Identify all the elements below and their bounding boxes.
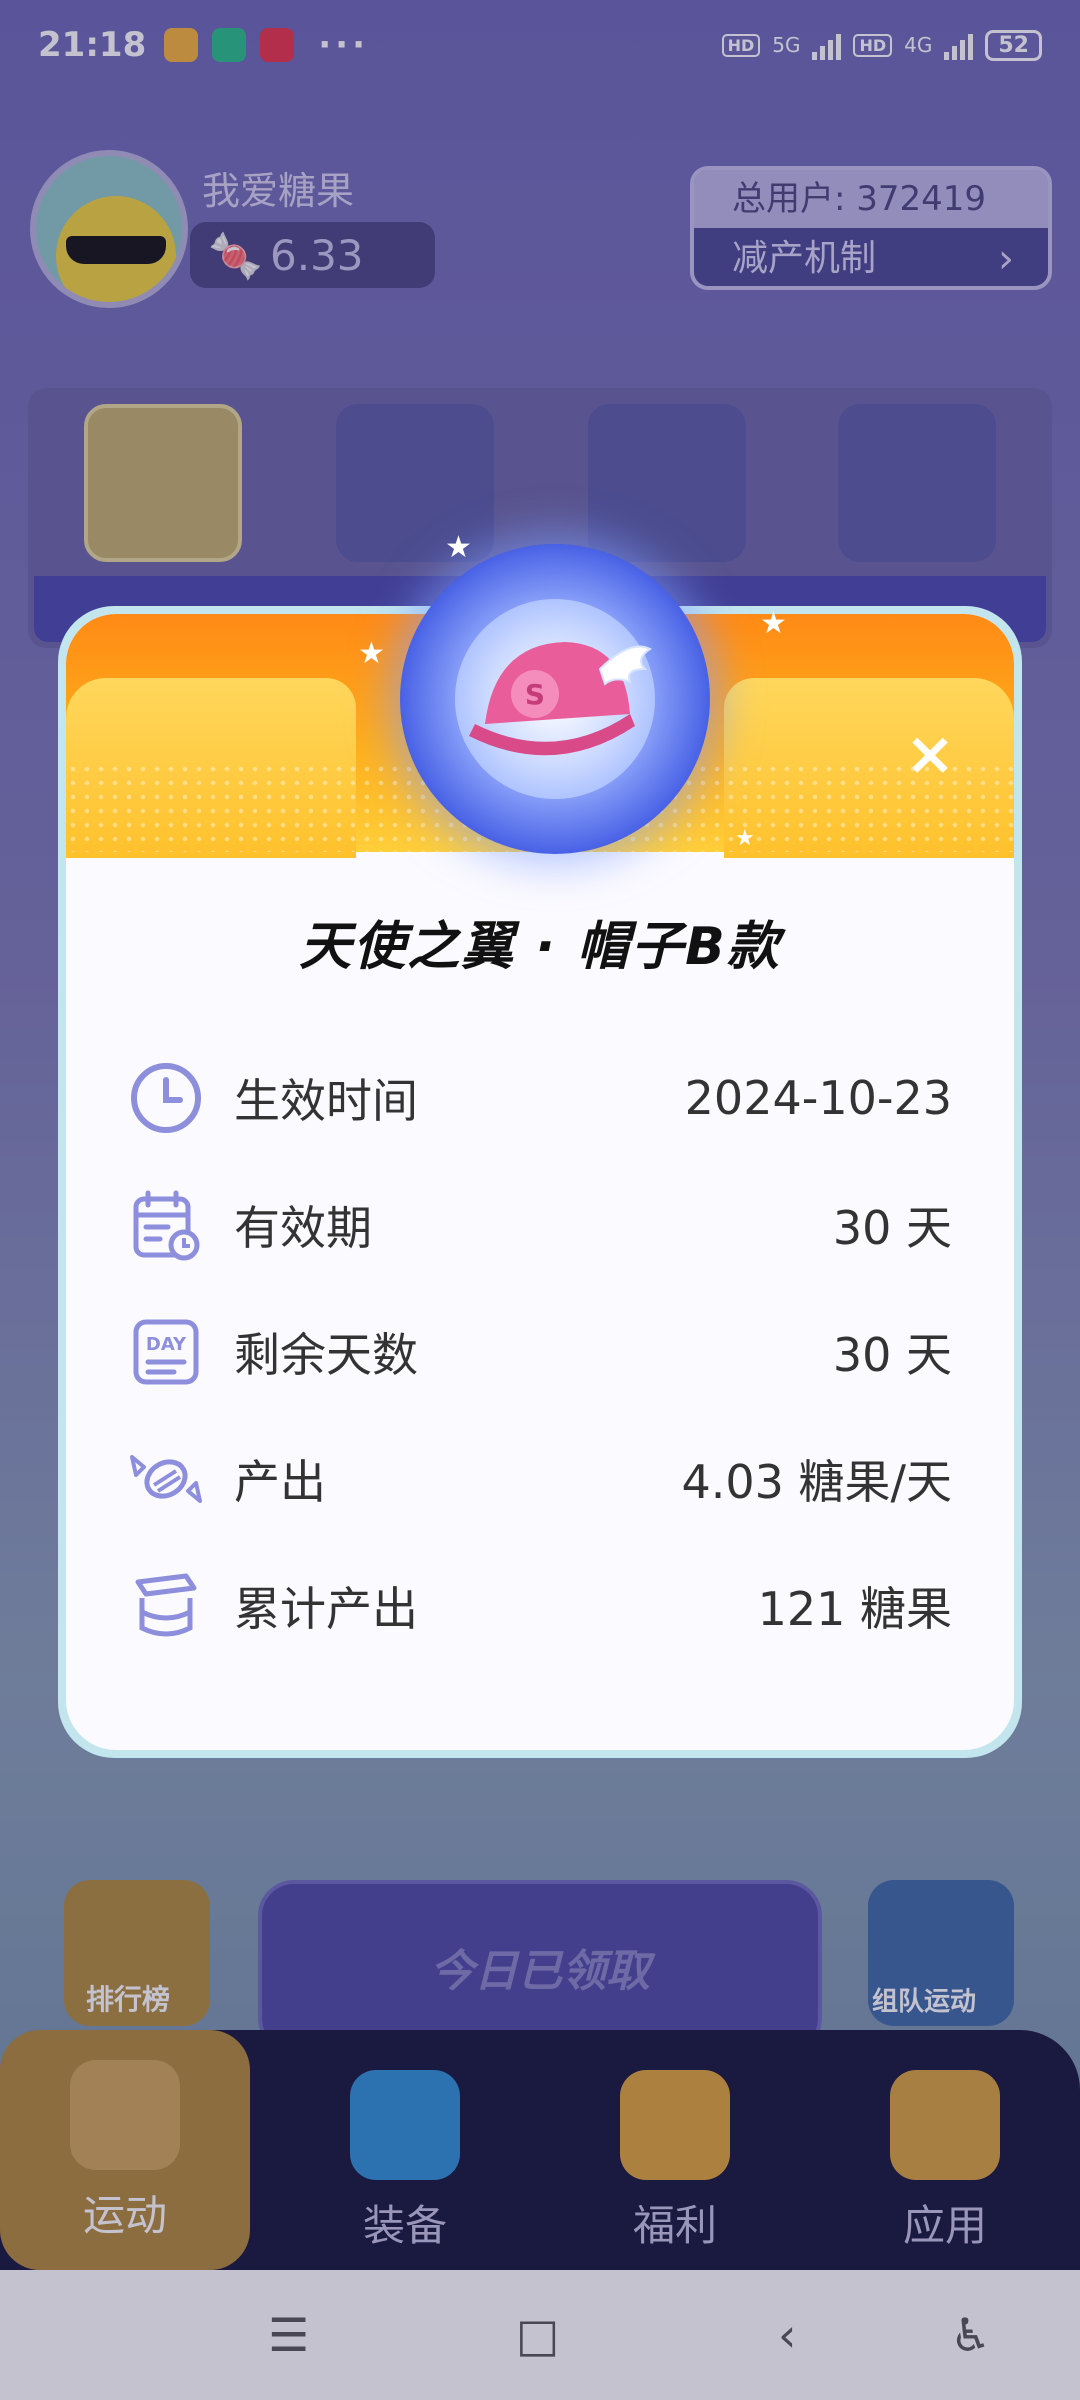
- row-effective-time: 生效时间 2024-10-23: [128, 1034, 952, 1161]
- reward-item-orb: S: [400, 544, 710, 854]
- sparkle-icon: ★: [358, 636, 385, 671]
- modal-title: 天使之翼 · 帽子B款: [299, 917, 781, 977]
- row-label: 有效期: [234, 1200, 372, 1255]
- day-icon: DAY: [133, 1319, 199, 1384]
- row-value: 30 天: [832, 1200, 952, 1255]
- clock-icon: [131, 1062, 201, 1133]
- row-value: 121 糖果: [757, 1581, 952, 1636]
- sparkle-icon: ★: [735, 826, 755, 851]
- row-label: 生效时间: [234, 1073, 418, 1128]
- row-label: 累计产出: [234, 1581, 418, 1636]
- row-total-output: 累计产出 121 糖果: [128, 1542, 952, 1669]
- calendar-icon: [133, 1190, 200, 1260]
- row-label: 产出: [234, 1454, 326, 1509]
- svg-text:DAY: DAY: [146, 1334, 187, 1355]
- sparkle-icon: ★: [760, 606, 787, 641]
- candy-icon: [130, 1454, 202, 1503]
- row-value: 30 天: [832, 1327, 952, 1382]
- stack-icon: [135, 1573, 197, 1636]
- sparkle-icon: ★: [445, 530, 472, 565]
- row-output: 产出 4.03 糖果/天: [128, 1415, 952, 1542]
- row-validity: 有效期 30 天: [128, 1161, 952, 1288]
- row-value: 4.03 糖果/天: [681, 1454, 952, 1509]
- row-remaining-days: DAY 剩余天数 30 天: [128, 1288, 952, 1415]
- svg-text:S: S: [525, 678, 545, 711]
- close-button[interactable]: ×: [902, 724, 958, 784]
- pink-cap-icon: S: [469, 642, 652, 756]
- row-label: 剩余天数: [234, 1327, 418, 1382]
- row-value: 2024-10-23: [684, 1070, 952, 1125]
- detail-rows: 生效时间 2024-10-23 有效期 30 天 DAY 剩余天数 30 天 产…: [128, 1034, 952, 1669]
